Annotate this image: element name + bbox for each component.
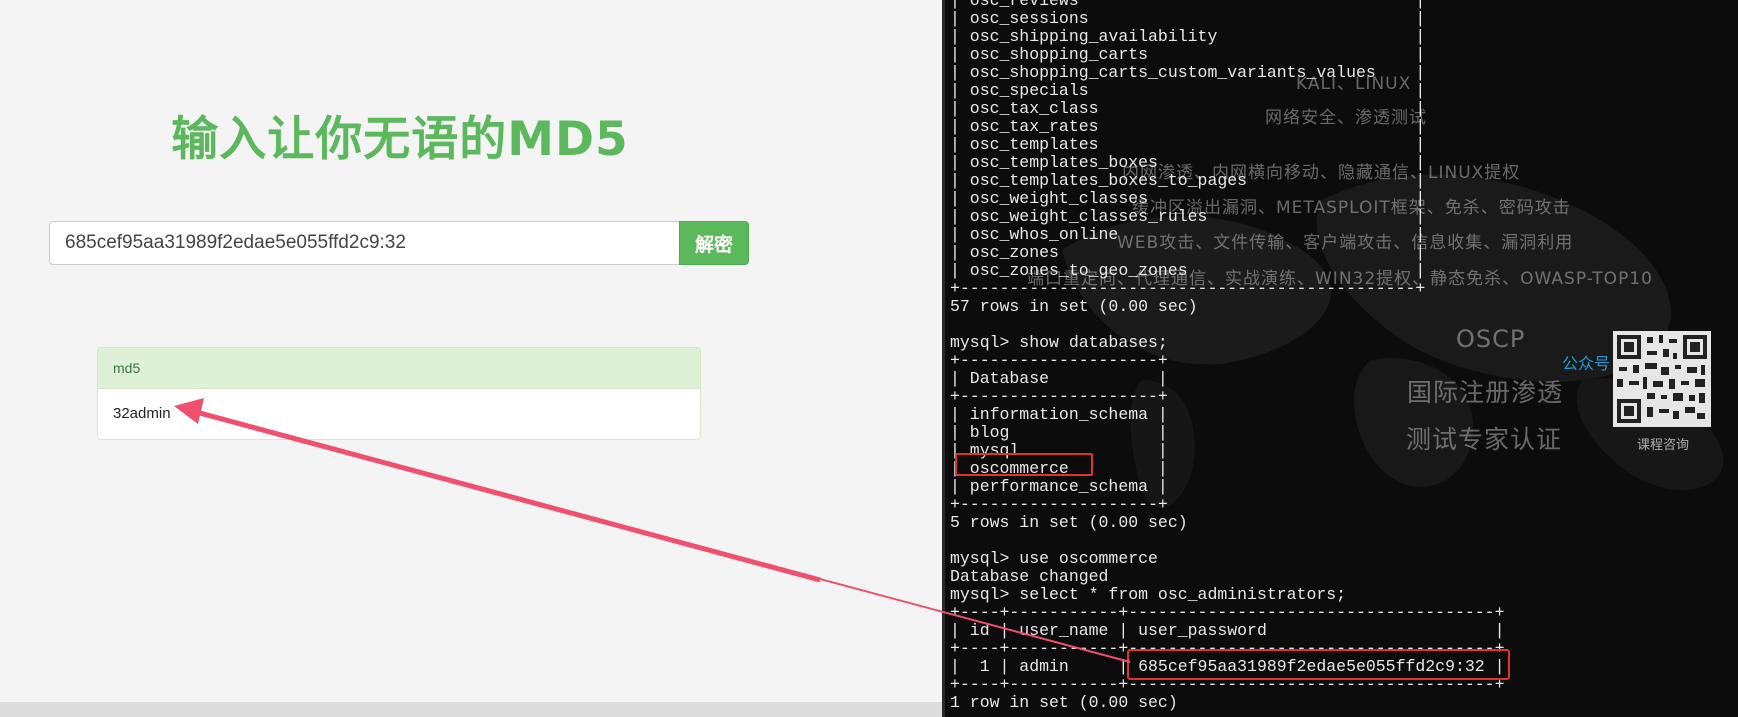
result-heading: md5 [98, 348, 700, 389]
result-panel: md5 32admin [97, 347, 701, 440]
highlight-box-password [1127, 649, 1510, 680]
terminal-output: | osc_reviews | | osc_sessions | | osc_s… [950, 0, 1505, 712]
qr-code-icon [1613, 331, 1711, 427]
result-value: 32admin [113, 405, 171, 422]
decrypt-button[interactable]: 解密 [679, 221, 749, 265]
horizontal-scrollbar[interactable] [0, 702, 942, 717]
web-page: 输入让你无语的MD5 解密 md5 32admin [0, 0, 942, 717]
qr-caption: 课程咨询 [1636, 438, 1689, 453]
page-title: 输入让你无语的MD5 [171, 112, 629, 167]
highlight-box-oscommerce [955, 453, 1093, 476]
md5-input[interactable] [49, 221, 679, 265]
terminal-left-edge [942, 0, 945, 717]
